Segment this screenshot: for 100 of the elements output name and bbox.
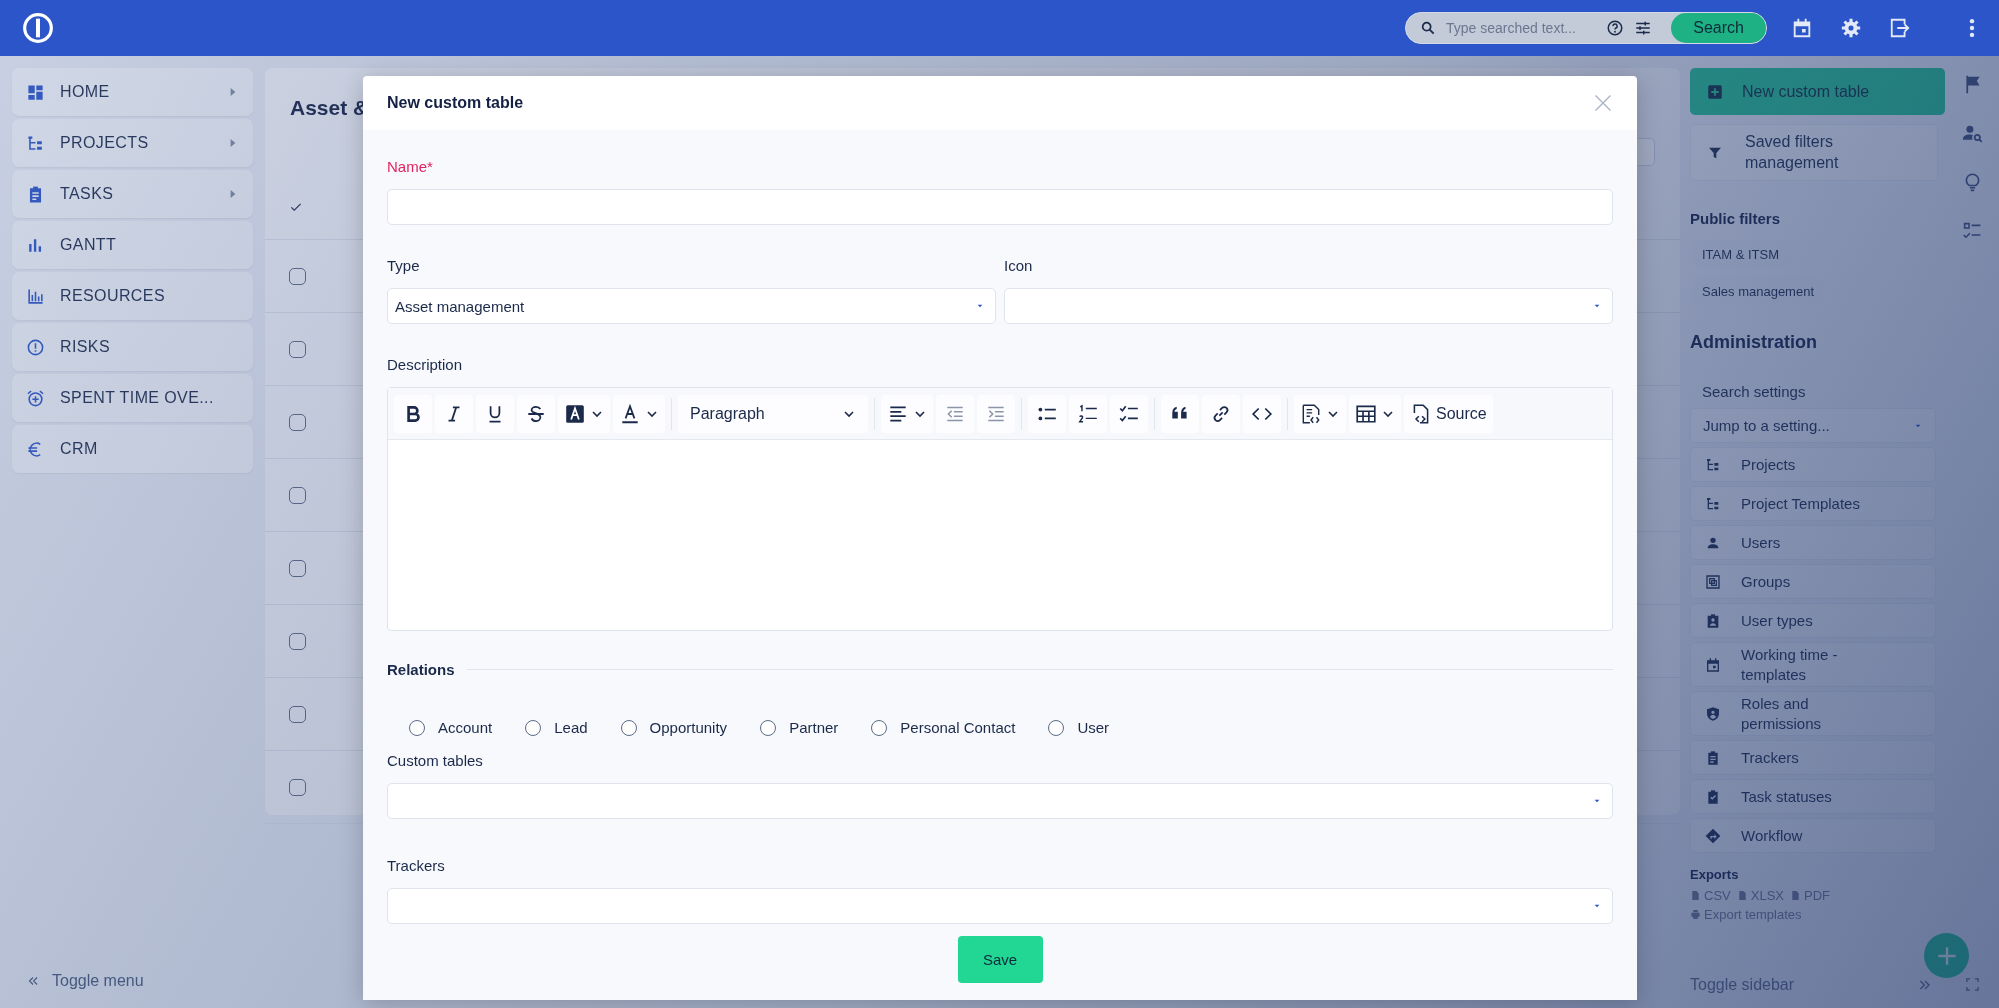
menu-label: RESOURCES: [60, 287, 165, 305]
toggle-menu-link[interactable]: Toggle menu: [12, 972, 253, 990]
field-label: Name*: [387, 158, 434, 175]
type-select[interactable]: Asset management: [387, 288, 996, 324]
menu-item[interactable]: PROJECTS: [12, 119, 253, 167]
bullets-button[interactable]: [1028, 394, 1066, 433]
code-block-icon: [1300, 402, 1322, 425]
row-checkbox[interactable]: [289, 340, 306, 358]
row-checkbox[interactable]: [289, 267, 306, 285]
admin-link[interactable]: Trackers: [1690, 740, 1936, 775]
section-heading: Exports: [1690, 867, 1740, 882]
admin-link[interactable]: Task statuses: [1690, 779, 1936, 814]
admin-link[interactable]: User types: [1690, 603, 1936, 638]
groups-icon: [1705, 573, 1721, 590]
menu-label: PROJECTS: [60, 134, 149, 152]
admin-link[interactable]: Groups: [1690, 564, 1936, 599]
relation-checkbox[interactable]: Account: [409, 719, 493, 736]
link-button[interactable]: [1202, 394, 1240, 433]
menu-item[interactable]: SPENT TIME OVE...: [12, 374, 253, 422]
italic-button[interactable]: [435, 394, 473, 433]
menu-item[interactable]: RESOURCES: [12, 272, 253, 320]
search-settings-label: Search settings: [1701, 383, 1807, 400]
row-checkbox[interactable]: [289, 559, 306, 577]
clipboard-icon: [1705, 749, 1721, 766]
search-button[interactable]: Search: [1671, 13, 1766, 43]
alarm-clock-icon: [26, 388, 45, 408]
relation-checkbox[interactable]: Opportunity: [620, 719, 728, 736]
row-checkbox[interactable]: [289, 705, 306, 723]
numbers-button[interactable]: [1069, 394, 1107, 433]
admin-link[interactable]: Projects: [1690, 447, 1936, 482]
menu-item[interactable]: CRM: [12, 425, 253, 473]
row-checkbox[interactable]: [289, 413, 306, 431]
name-input[interactable]: [387, 189, 1613, 225]
source-button[interactable]: Source: [1404, 394, 1493, 433]
admin-link[interactable]: Users: [1690, 525, 1936, 560]
font-color-icon: [619, 402, 641, 425]
file-icon: [1736, 890, 1748, 901]
field-label: Trackers: [387, 857, 446, 874]
printer-icon: [1690, 909, 1701, 920]
trackers-select[interactable]: [387, 888, 1613, 924]
logo-icon[interactable]: [22, 12, 54, 44]
diamond-arrow-icon: [1705, 827, 1721, 844]
bold-button[interactable]: [394, 394, 432, 433]
calendar-icon[interactable]: [1791, 17, 1813, 39]
relation-checkbox[interactable]: User: [1048, 719, 1110, 736]
hierarchy-icon: [1705, 456, 1721, 473]
menu-item[interactable]: RISKS: [12, 323, 253, 371]
exclamation-icon: [26, 337, 45, 357]
table-button[interactable]: [1349, 394, 1401, 433]
relation-checkbox[interactable]: Lead: [525, 719, 588, 736]
field-label: Icon: [1004, 257, 1034, 274]
section-heading: Public filters: [1690, 210, 1782, 227]
search-field[interactable]: Type searched text... Search: [1405, 12, 1767, 44]
menu-label: HOME: [60, 83, 110, 101]
admin-link[interactable]: Workflow: [1690, 818, 1936, 853]
row-checkbox[interactable]: [289, 486, 306, 504]
file-icon: [1690, 890, 1701, 901]
user-search-icon[interactable]: [1961, 123, 1983, 144]
hierarchy-icon: [26, 133, 45, 153]
code-block-button[interactable]: [1294, 394, 1346, 433]
setting-select[interactable]: Jump to a setting...: [1690, 408, 1936, 443]
menu-label: CRM: [60, 440, 98, 458]
table-icon: [1355, 402, 1377, 425]
heading-dropdown[interactable]: Paragraph: [678, 394, 868, 433]
quote-button[interactable]: [1161, 394, 1199, 433]
menu-item[interactable]: HOME: [12, 68, 253, 116]
modal-title: New custom table: [387, 94, 524, 112]
numbers-icon: [1077, 402, 1099, 425]
align-button[interactable]: [881, 394, 933, 433]
relation-checkbox[interactable]: Personal Contact: [871, 719, 1016, 736]
menu-item[interactable]: GANTT: [12, 221, 253, 269]
admin-link[interactable]: Roles and permissions: [1690, 691, 1936, 736]
admin-link[interactable]: Working time - templates: [1690, 642, 1936, 687]
help-icon[interactable]: [1606, 19, 1624, 37]
strike-button[interactable]: [517, 394, 555, 433]
new-custom-table-button[interactable]: New custom table: [1690, 68, 1945, 115]
menu-item[interactable]: TASKS: [12, 170, 253, 218]
admin-link[interactable]: Project Templates: [1690, 486, 1936, 521]
settings-icon[interactable]: [1840, 17, 1862, 39]
toggle-sidebar-link[interactable]: Toggle sidebar: [1690, 976, 1795, 994]
code-button[interactable]: [1243, 394, 1281, 433]
plus-box-icon: [1706, 82, 1724, 101]
saved-filters-button[interactable]: Saved filters management: [1690, 124, 1938, 181]
bar-chart-icon: [26, 286, 45, 306]
file-icon: [1790, 890, 1801, 901]
grid-icon: [26, 82, 45, 102]
row-checkbox[interactable]: [289, 632, 306, 650]
relation-checkbox[interactable]: Partner: [760, 719, 839, 736]
filter-settings-icon[interactable]: [1634, 19, 1652, 37]
highlight-button[interactable]: [558, 394, 610, 433]
row-checkbox[interactable]: [289, 778, 306, 796]
logout-icon[interactable]: [1889, 17, 1911, 39]
menu-label: RISKS: [60, 338, 110, 356]
section-heading: Administration: [1690, 332, 1818, 353]
field-label: Custom tables: [387, 752, 484, 769]
font-color-button[interactable]: [613, 394, 665, 433]
save-button[interactable]: Save: [957, 936, 1043, 983]
underline-button[interactable]: [476, 394, 514, 433]
field-label: Type: [387, 257, 421, 274]
todo-button[interactable]: [1110, 394, 1148, 433]
